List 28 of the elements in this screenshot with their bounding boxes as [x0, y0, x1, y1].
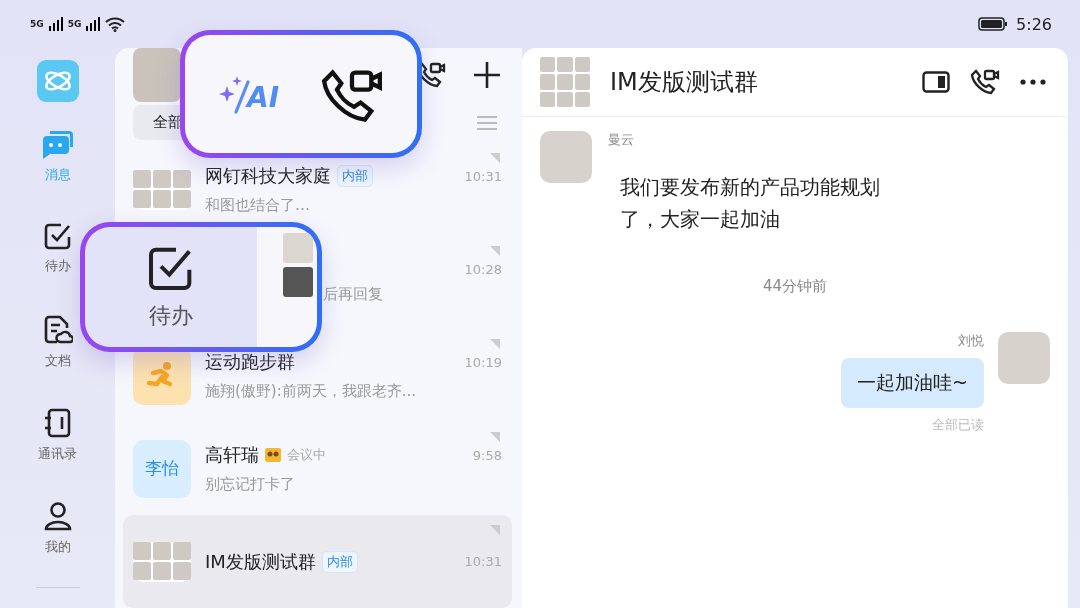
- sender-name: 曼云: [608, 131, 635, 149]
- message-preview: 施翔(傲野):前两天，我跟老齐...: [205, 382, 418, 401]
- status-time: 5:26: [1016, 14, 1052, 34]
- read-receipt: 全部已读: [932, 416, 984, 434]
- internal-tag: 内部: [337, 165, 373, 187]
- presence-status: 会议中: [287, 446, 326, 464]
- conversation-name: 网钉科技大家庭: [205, 164, 331, 188]
- conversation-name: 运动跑步群: [205, 350, 295, 374]
- message-preview: 后再回复: [323, 284, 384, 304]
- text-avatar: 李怡: [133, 439, 191, 498]
- message-timestamp: 44分钟前: [761, 277, 829, 296]
- conversation-name: IM发版测试群: [205, 549, 316, 574]
- conversation-time: 10:31: [464, 554, 502, 569]
- internal-tag: 内部: [321, 550, 358, 573]
- conversation-time: 10:31: [464, 168, 502, 184]
- chat-title: IM发版测试群: [610, 67, 758, 98]
- message-preview: 别忘记打卡了: [205, 475, 296, 494]
- todo-label: 待办: [149, 302, 193, 330]
- network-label: 5G: [30, 19, 44, 29]
- sender-name: 刘悦: [958, 332, 984, 350]
- message-bubble: 一起加油哇~: [841, 358, 984, 408]
- conversation-time: 9:58: [472, 447, 502, 463]
- network-label: 5G: [67, 19, 82, 29]
- conversation-name: 高轩瑞: [205, 443, 259, 467]
- conversation-time: 10:28: [464, 261, 502, 277]
- message-text: 我们要发布新的产品功能规划了，大家一起加油: [619, 174, 881, 233]
- message-preview: 和图也结合了…: [205, 196, 311, 215]
- conversation-time: 10:19: [464, 354, 502, 370]
